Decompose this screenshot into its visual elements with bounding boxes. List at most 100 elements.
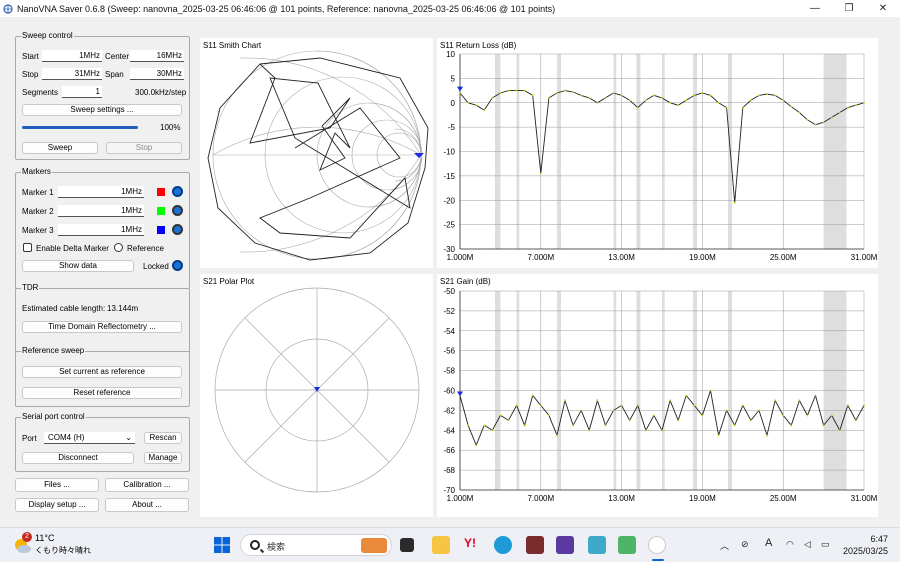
reset-reference-button[interactable]: Reset reference [22, 387, 182, 399]
task-view-icon[interactable] [400, 538, 414, 552]
marker-2-frequency[interactable]: 1MHz [58, 205, 144, 217]
gain-data-point [717, 434, 720, 437]
gain-data-point [628, 419, 631, 422]
nanovna-taskbar-icon[interactable] [648, 536, 666, 554]
gain-x-tick: 1.000M [447, 494, 474, 503]
app-icon [3, 3, 13, 14]
return-loss-y-tick: 0 [451, 99, 456, 108]
port-select[interactable]: COM4 (H) ⌄ [44, 432, 135, 444]
sweep-button[interactable]: Sweep [22, 142, 98, 154]
tdr-button[interactable]: Time Domain Reflectometry ... [22, 321, 182, 333]
marker-2-radio[interactable] [172, 205, 183, 216]
windows-start-icon[interactable] [213, 536, 231, 554]
search-icon [250, 540, 260, 550]
weather-widget[interactable]: 2 11°C くもり時々晴れ [12, 532, 102, 559]
manage-button[interactable]: Manage [144, 452, 182, 464]
gain-data-point [564, 399, 566, 402]
gain-data-point [846, 404, 849, 407]
span-input[interactable]: 30MHz [130, 68, 184, 80]
app-icon-2[interactable] [556, 536, 574, 554]
minimize-button[interactable]: — [798, 0, 832, 17]
gain-data-point [693, 404, 696, 407]
display-setup-button[interactable]: Display setup ... [15, 498, 99, 512]
center-input[interactable]: 16MHz [130, 50, 184, 62]
smith-chart-panel[interactable]: S11 Smith Chart [200, 38, 433, 268]
serial-port-title: Serial port control [21, 412, 86, 421]
app-icon-1[interactable] [526, 536, 544, 554]
marker-1-frequency[interactable]: 1MHz [58, 186, 144, 198]
delta-marker-checkbox[interactable] [23, 243, 32, 252]
marker-1-radio[interactable] [172, 186, 183, 197]
edge-icon[interactable] [494, 536, 512, 554]
locked-radio[interactable] [172, 260, 183, 271]
gain-panel[interactable]: S21 Gain (dB) -50 -52 -54 -56 -58 -60 -62 -64 -6… [437, 274, 878, 517]
center-label: Center [105, 52, 130, 61]
gain-data-point [863, 404, 865, 407]
input-language-indicator[interactable]: A [765, 537, 772, 549]
gain-y-tick: -62 [443, 406, 455, 415]
app-icon-3[interactable] [588, 536, 606, 554]
return-loss-data-point [782, 99, 785, 102]
files-button[interactable]: Files ... [15, 478, 99, 492]
return-loss-data-point [564, 89, 566, 92]
return-loss-data-point [790, 105, 793, 108]
return-loss-data-point [677, 104, 680, 107]
polar-plot-panel[interactable]: S21 Polar Plot [200, 274, 433, 517]
disconnect-button[interactable]: Disconnect [22, 452, 134, 464]
app-icon-4[interactable] [618, 536, 636, 554]
gain-data-point [499, 414, 502, 417]
return-loss-data-point [685, 99, 688, 102]
stop-button[interactable]: Stop [106, 142, 182, 154]
rescan-button[interactable]: Rescan [144, 432, 182, 444]
search-box[interactable]: 検索 [240, 534, 392, 556]
close-button[interactable]: ✕ [866, 0, 900, 17]
return-loss-data-point [701, 92, 704, 94]
marker-2-color[interactable] [157, 207, 165, 215]
sweep-settings-button[interactable]: Sweep settings ... [22, 104, 182, 116]
gain-data-point [677, 419, 680, 422]
return-loss-data-point [572, 91, 575, 93]
calibration-button[interactable]: Calibration ... [105, 478, 189, 492]
return-loss-panel[interactable]: S11 Return Loss (dB) 10 5 0 -5 -10 -15 -20 -25-… [437, 38, 878, 268]
file-explorer-icon[interactable] [432, 536, 450, 554]
maximize-button[interactable]: ❐ [832, 0, 866, 17]
return-loss-data-point [612, 92, 615, 94]
clock-time: 6:47 [870, 534, 888, 544]
gain-data-point [596, 399, 599, 402]
gain-data-point [475, 444, 478, 447]
segments-input[interactable]: 1 [62, 86, 102, 98]
reference-sweep-group: Reference sweep Set current as reference… [15, 346, 190, 407]
marker-3-frequency[interactable]: 1MHz [58, 224, 144, 236]
reference-sweep-title: Reference sweep [21, 346, 86, 355]
stop-input[interactable]: 31MHz [42, 68, 102, 80]
battery-icon[interactable]: ▭ [821, 539, 830, 550]
markers-title: Markers [21, 167, 52, 176]
network-sharing-icon[interactable]: ⊘ [741, 539, 749, 550]
wifi-icon[interactable]: ◠ [786, 539, 794, 550]
gain-data-point [758, 409, 760, 412]
cable-length-value: 13.144m [107, 304, 139, 313]
return-loss-marker-1 [457, 86, 463, 92]
about-button[interactable]: About ... [105, 498, 189, 512]
gain-data-point [733, 424, 736, 427]
tray-chevron-icon[interactable]: ︿ [720, 539, 729, 552]
return-loss-svg: 1050-5-10-15-20-25-301.000M 7.000M 13.00M 1… [443, 50, 877, 262]
active-app-indicator [652, 559, 664, 561]
marker-3-color[interactable] [157, 226, 165, 234]
return-loss-data-point [661, 96, 663, 99]
start-input[interactable]: 1MHz [42, 50, 102, 62]
gain-data-point [491, 429, 494, 432]
return-loss-data-point [483, 109, 486, 111]
return-loss-x-tick: 19.00M [689, 253, 716, 262]
yahoo-icon[interactable]: Y! [464, 536, 482, 554]
gain-x-tick: 7.000M [527, 494, 554, 503]
system-clock[interactable]: 6:47 2025/03/25 [843, 533, 888, 557]
show-data-button[interactable]: Show data [22, 260, 134, 272]
title-bar: NanoVNA Saver 0.6.8 (Sweep: nanovna_2025… [0, 0, 900, 17]
volume-icon[interactable]: ◁ [804, 539, 811, 550]
reference-checkbox[interactable] [114, 243, 123, 252]
marker-3-radio[interactable] [172, 224, 183, 235]
set-reference-button[interactable]: Set current as reference [22, 366, 182, 378]
marker-1-color[interactable] [157, 188, 165, 196]
return-loss-data-point [863, 101, 865, 104]
